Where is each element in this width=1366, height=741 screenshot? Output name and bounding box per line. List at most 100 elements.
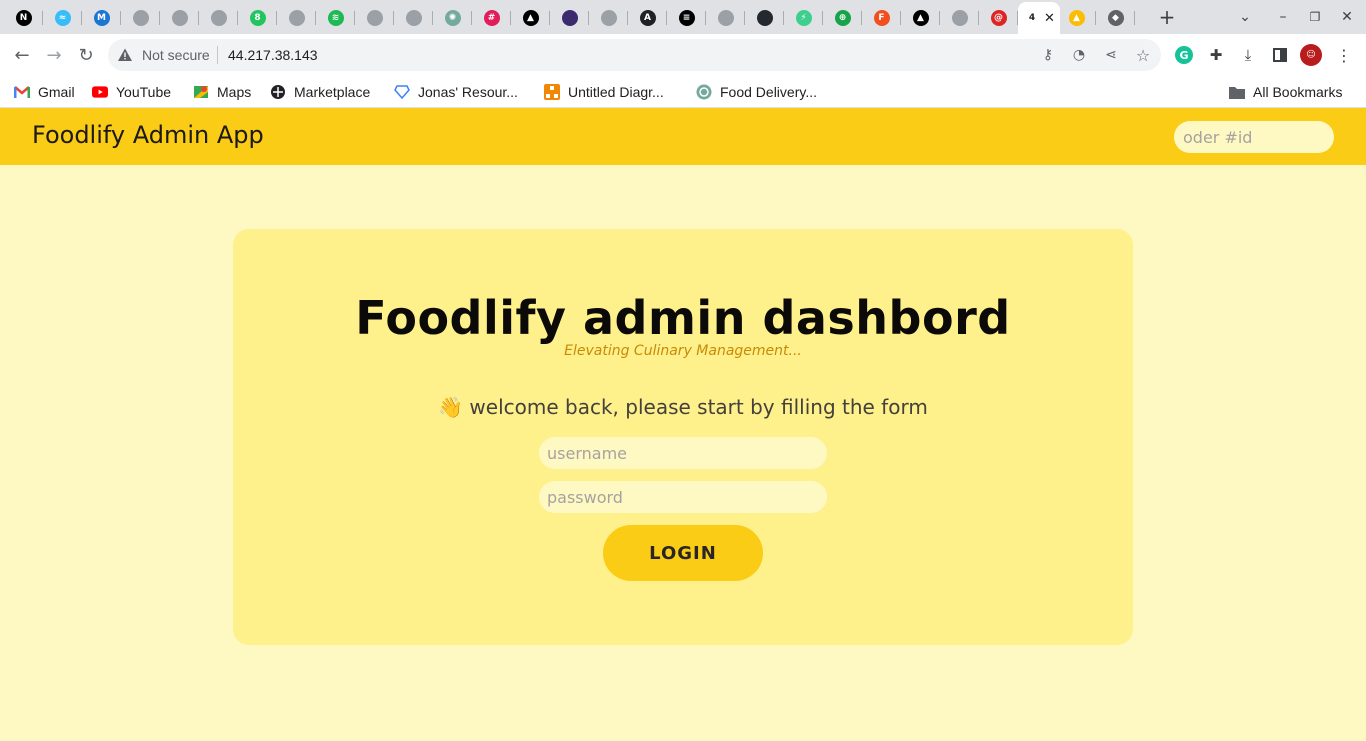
gmail-icon bbox=[14, 84, 30, 100]
chatgpt-icon bbox=[696, 84, 712, 100]
order-search-input[interactable] bbox=[1174, 121, 1334, 153]
active-tab-icon: 4 bbox=[1024, 10, 1040, 26]
login-card: Foodlify admin dashbord Elevating Culina… bbox=[233, 229, 1133, 645]
browser-tab[interactable]: ✺ bbox=[433, 6, 472, 30]
bookmark-youtube[interactable]: YouTube bbox=[92, 82, 171, 102]
globe-icon bbox=[951, 10, 968, 26]
browser-tab[interactable]: ≡ bbox=[667, 6, 706, 30]
browser-tab[interactable] bbox=[394, 6, 433, 30]
window-close-icon[interactable]: ✕ bbox=[1335, 6, 1359, 28]
browser-tab[interactable] bbox=[550, 6, 589, 30]
browser-tab[interactable]: 4 ✕ bbox=[1018, 2, 1060, 34]
browser-tab[interactable]: # bbox=[472, 6, 511, 30]
github-icon bbox=[756, 10, 773, 26]
username-field[interactable] bbox=[539, 437, 827, 469]
layers-icon: ◆ bbox=[1107, 10, 1124, 26]
bookmark-jonas-resources[interactable]: Jonas' Resour... bbox=[394, 82, 518, 102]
browser-tab[interactable] bbox=[706, 6, 745, 30]
share-icon[interactable]: ⋖ bbox=[1102, 46, 1120, 64]
browser-tab[interactable] bbox=[160, 6, 199, 30]
bookmark-untitled-diagram[interactable]: Untitled Diagr... bbox=[544, 82, 664, 102]
download-icon[interactable]: ⤓ bbox=[1237, 44, 1259, 66]
browser-tab[interactable]: ≋ bbox=[316, 6, 355, 30]
password-field[interactable] bbox=[539, 481, 827, 513]
browser-menu-icon[interactable]: ⋮ bbox=[1333, 44, 1355, 66]
login-button[interactable]: LOGIN bbox=[603, 525, 763, 581]
slack-icon: # bbox=[483, 10, 500, 26]
bookmark-maps[interactable]: Maps bbox=[193, 82, 251, 102]
app-header: Foodlify Admin App bbox=[0, 108, 1366, 165]
browser-tab[interactable] bbox=[277, 6, 316, 30]
youtube-icon bbox=[92, 84, 108, 100]
github-icon bbox=[717, 10, 734, 26]
vercel-icon: ▲ bbox=[522, 10, 539, 26]
reload-icon[interactable]: ↻ bbox=[74, 43, 98, 67]
warning-triangle-icon[interactable] bbox=[117, 47, 133, 63]
browser-tab[interactable]: ▲ bbox=[901, 6, 940, 30]
url-text[interactable]: 44.217.38.143 bbox=[228, 47, 318, 63]
bookmark-gmail[interactable]: Gmail bbox=[14, 82, 75, 102]
spiral-icon: @ bbox=[990, 10, 1007, 26]
browser-tab[interactable]: ≈ bbox=[43, 6, 82, 30]
drawio-icon bbox=[544, 84, 560, 100]
browser-tab[interactable]: 8 bbox=[238, 6, 277, 30]
browser-tab[interactable] bbox=[589, 6, 628, 30]
browser-tab[interactable] bbox=[355, 6, 394, 30]
browser-tab[interactable] bbox=[745, 6, 784, 30]
grammarly-icon[interactable]: G bbox=[1173, 44, 1195, 66]
dashboard-title: Foodlify admin dashbord bbox=[355, 291, 1011, 345]
browser-toolbar: ← → ↻ Not secure 44.217.38.143 ⚷ ◔ ⋖ ☆ G… bbox=[0, 34, 1366, 76]
browser-tab[interactable]: ◆ bbox=[1096, 6, 1135, 30]
marketplace-icon bbox=[270, 84, 286, 100]
welcome-message: 👋 welcome back, please start by filling … bbox=[438, 395, 928, 419]
tab-close-icon[interactable]: ✕ bbox=[1044, 11, 1055, 26]
globe-icon bbox=[600, 10, 617, 26]
browser-tab[interactable] bbox=[940, 6, 979, 30]
globe-icon bbox=[210, 10, 227, 26]
tab-search-chevron-icon[interactable]: ⌄ bbox=[1233, 6, 1257, 28]
browser-tab[interactable]: @ bbox=[979, 6, 1018, 30]
browser-tab[interactable]: ▲ bbox=[1057, 6, 1096, 30]
globe-icon bbox=[132, 10, 149, 26]
tailwind-icon: ≈ bbox=[54, 10, 71, 26]
a-circle-icon: A bbox=[639, 10, 656, 26]
side-panel-icon[interactable] bbox=[1269, 44, 1291, 66]
browser-tab[interactable] bbox=[121, 6, 160, 30]
not-secure-label[interactable]: Not secure bbox=[142, 47, 210, 63]
key-icon[interactable]: ⚷ bbox=[1039, 46, 1057, 64]
globe-icon bbox=[288, 10, 305, 26]
bookmark-marketplace[interactable]: Marketplace bbox=[270, 82, 370, 102]
bookmark-star-icon[interactable]: ☆ bbox=[1134, 46, 1152, 65]
tab-separator bbox=[1134, 11, 1135, 25]
folder-icon bbox=[1229, 84, 1245, 100]
browser-tab-strip: N ≈ M 8 ≋ ✺ # ▲ A ≡ ⚡ ⊕ F ▲ @4 ✕ ▲ ◆ + ⌄ – ❐ ✕ bbox=[0, 0, 1366, 34]
new-tab-icon[interactable]: + bbox=[1155, 5, 1179, 29]
address-bar[interactable]: Not secure 44.217.38.143 ⚷ ◔ ⋖ ☆ bbox=[108, 39, 1161, 71]
browser-tab[interactable]: ⊕ bbox=[823, 6, 862, 30]
all-bookmarks[interactable]: All Bookmarks bbox=[1229, 82, 1342, 102]
browser-tab[interactable]: ⚡ bbox=[784, 6, 823, 30]
extensions-puzzle-icon[interactable]: ✚ bbox=[1205, 44, 1227, 66]
app-title[interactable]: Foodlify Admin App bbox=[32, 121, 264, 149]
browser-tab[interactable]: A bbox=[628, 6, 667, 30]
globe-icon bbox=[171, 10, 188, 26]
spotify-icon: ≋ bbox=[327, 10, 344, 26]
vercel-icon: ▲ bbox=[912, 10, 929, 26]
browser-tab[interactable]: M bbox=[82, 6, 121, 30]
browser-tab[interactable]: ▲ bbox=[511, 6, 550, 30]
browser-tab[interactable]: N bbox=[4, 6, 43, 30]
back-arrow-icon[interactable]: ← bbox=[10, 43, 34, 67]
github-icon bbox=[366, 10, 383, 26]
forward-arrow-icon[interactable]: → bbox=[42, 43, 66, 67]
bookmark-food-delivery[interactable]: Food Delivery... bbox=[696, 82, 817, 102]
profile-photo-icon bbox=[561, 10, 578, 26]
speedometer-icon[interactable]: ◔ bbox=[1070, 46, 1088, 64]
minimize-icon[interactable]: – bbox=[1271, 6, 1295, 28]
profile-avatar[interactable]: ☺ bbox=[1300, 44, 1322, 66]
browser-tab[interactable]: F bbox=[862, 6, 901, 30]
bookmarks-bar: Gmail YouTube Maps Marketplace Jonas' Re… bbox=[0, 76, 1366, 108]
maps-icon bbox=[193, 84, 209, 100]
green-globe-icon: ⊕ bbox=[834, 10, 851, 26]
restore-icon[interactable]: ❐ bbox=[1303, 6, 1327, 28]
browser-tab[interactable] bbox=[199, 6, 238, 30]
